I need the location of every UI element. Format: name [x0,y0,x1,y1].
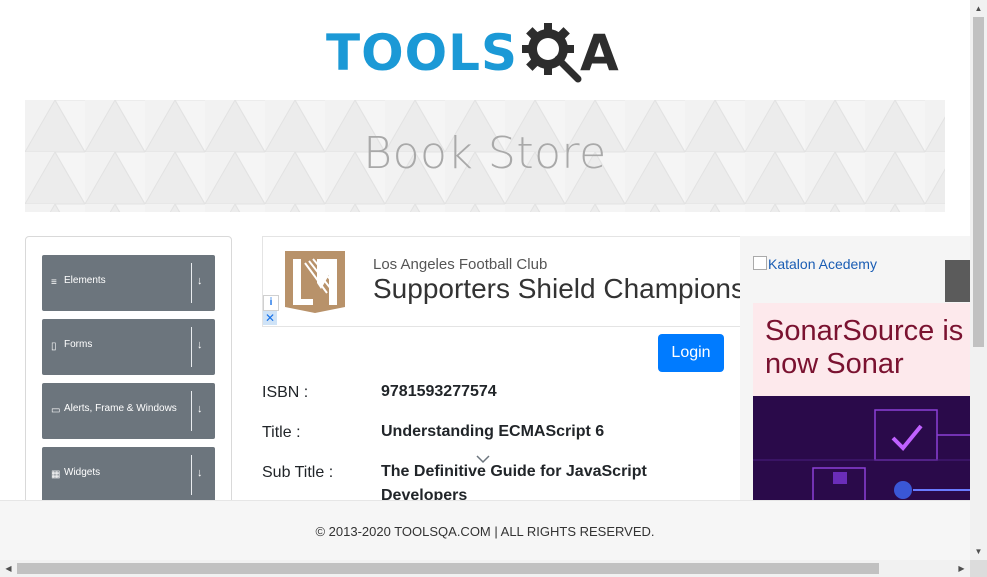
ad-headline: Supporters Shield Champions [373,273,742,304]
download-arrow-icon[interactable]: ↓ [197,467,203,479]
sonar-ad-headline: SonarSource is now Sonar [765,315,964,380]
page-title: Book Store [363,128,607,179]
login-button[interactable]: Login [658,334,724,372]
menu-group-forms[interactable]: ▯ Forms ↓ [42,319,215,375]
subtitle-value: The Definitive Guide for JavaScript Deve… [381,463,647,500]
katalon-academy-link[interactable]: Katalon Acedemy [753,256,877,272]
page-footer: © 2013-2020 TOOLSQA.COM | ALL RIGHTS RES… [0,500,970,561]
vertical-scrollbar[interactable]: ▲ ▼ [970,0,987,560]
title-value: Understanding ECMAScript 6 [381,423,605,440]
katalon-link-text: Katalon Acedemy [768,256,877,272]
divider [191,263,192,303]
ad-side-tab[interactable] [945,260,970,302]
page-banner: Book Store [25,100,945,212]
horizontal-scrollbar[interactable]: ◀ ▶ [0,560,970,577]
menu-group-alerts[interactable]: ▭ Alerts, Frame & Windows ↓ [42,383,215,439]
close-icon[interactable]: ✕ [263,311,277,325]
sonar-ad-graphic [753,396,970,500]
chevron-down-icon[interactable] [476,454,490,464]
menu-group-label: Alerts, Frame & Windows [64,403,177,414]
divider [191,455,192,495]
sonar-ad[interactable]: SonarSource is now Sonar [753,303,970,500]
isbn-label: ISBN : [262,384,309,401]
scrollbar-corner [970,560,987,577]
form-icon: ▯ [51,341,57,352]
download-arrow-icon[interactable]: ↓ [197,275,203,287]
lafc-logo-icon [285,251,345,313]
scroll-right-icon[interactable]: ▶ [953,560,970,577]
copyright-text: © 2013-2020 TOOLSQA.COM | ALL RIGHTS RES… [315,524,655,539]
scroll-left-icon[interactable]: ◀ [0,560,17,577]
subtitle-label: Sub Title : [262,464,334,481]
isbn-value: 9781593277574 [381,383,497,400]
left-panel-menu: ≡ Elements ↓ ▯ Forms ↓ ▭ Alerts, Frame &… [25,236,232,528]
download-arrow-icon[interactable]: ↓ [197,403,203,415]
scroll-down-icon[interactable]: ▼ [970,543,987,560]
list-icon: ≡ [51,277,57,288]
menu-group-elements[interactable]: ≡ Elements ↓ [42,255,215,311]
menu-group-label: Forms [64,339,93,350]
toolsqa-logo[interactable]: TOOLS A [326,16,619,90]
ad-subtitle: Los Angeles Football Club [373,256,548,273]
logo-text-tools: TOOLS [326,24,518,82]
title-label: Title : [262,424,301,441]
grid-icon: ▦ [51,469,61,480]
info-icon[interactable]: i [263,295,279,311]
gear-magnifier-icon [522,23,582,83]
scroll-up-icon[interactable]: ▲ [970,0,987,17]
right-ad-column: Katalon Acedemy SonarSource is now Sonar [740,236,970,500]
divider [191,327,192,367]
broken-image-icon [753,256,767,270]
menu-group-widgets[interactable]: ▦ Widgets ↓ [42,447,215,503]
menu-group-label: Widgets [64,467,101,478]
menu-group-label: Elements [64,275,106,286]
horizontal-scroll-thumb[interactable] [17,563,879,574]
divider [191,391,192,431]
circuit-graphic [753,396,970,500]
download-arrow-icon[interactable]: ↓ [197,339,203,351]
vertical-scroll-thumb[interactable] [973,17,984,347]
window-icon: ▭ [51,405,61,416]
lafc-ad-banner[interactable]: Los Angeles Football Club Supporters Shi… [262,236,742,327]
logo-text-a: A [580,24,619,82]
